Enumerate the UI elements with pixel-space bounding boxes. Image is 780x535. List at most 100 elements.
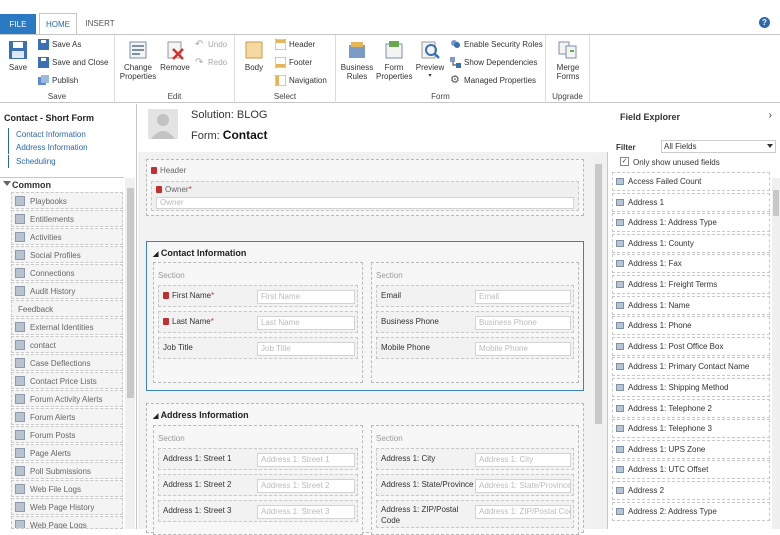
change-properties-button[interactable]: Change Properties [119,40,157,81]
nav-item[interactable]: contact [11,336,123,353]
field-list-scrollbar[interactable] [772,178,780,529]
nav-item[interactable]: Feedback [11,300,123,317]
help-icon[interactable]: ? [759,17,770,28]
scroll-thumb[interactable] [773,190,779,216]
common-group-header[interactable]: Common [0,177,124,191]
scroll-thumb[interactable] [127,188,134,398]
chevron-right-icon[interactable]: › [769,110,772,121]
entity-image-icon[interactable] [148,109,178,139]
tab-insert[interactable]: INSERT [80,13,120,34]
nav-item[interactable]: Web Page Logs [11,516,123,529]
email-field[interactable]: Email Email [376,285,574,307]
unused-fields-checkbox[interactable]: ✓ [620,157,629,166]
remove-button[interactable]: Remove [160,40,190,72]
contact-left-section[interactable]: Section First Name* First Name Last Name*… [153,262,363,383]
nav-item[interactable]: Entitlements [11,210,123,227]
field-list-item[interactable]: Address 1: Address Type [612,213,770,233]
nav-item[interactable]: Web File Logs [11,480,123,497]
nav-item[interactable]: Forum Activity Alerts [11,390,123,407]
tab-home[interactable]: HOME [39,13,77,34]
state-field[interactable]: Address 1: State/Province Address 1: Stat… [376,474,574,496]
city-input[interactable]: Address 1: City [475,453,571,467]
navigation-button[interactable]: Navigation [275,74,327,88]
left-scrollbar[interactable] [125,178,135,529]
preview-button[interactable]: Preview ▾ [415,40,445,81]
nav-item[interactable]: Social Profiles [11,246,123,263]
business-rules-button[interactable]: Business Rules [340,40,374,81]
field-list-item[interactable]: Address 1: Post Office Box [612,336,770,356]
filter-select[interactable]: All Fields [661,140,776,153]
nav-link-scheduling[interactable]: Scheduling [8,155,56,168]
last-name-field[interactable]: Last Name* Last Name [158,311,358,333]
scroll-thumb[interactable] [595,164,602,424]
field-list-item[interactable]: Address 1: Telephone 2 [612,398,770,418]
business-phone-input[interactable]: Business Phone [475,316,571,330]
field-list-item[interactable]: Address 1: Name [612,295,770,315]
form-editor-scrollbar[interactable] [593,154,604,529]
field-list-item[interactable]: Address 1: Fax [612,254,770,274]
body-button[interactable]: Body [241,40,267,72]
nav-item[interactable]: External Identities [11,318,123,335]
address-left-section[interactable]: Section Address 1: Street 1 Address 1: St… [153,425,363,535]
job-title-input[interactable]: Job Title [257,342,355,356]
street1-input[interactable]: Address 1: Street 1 [257,453,355,467]
first-name-input[interactable]: First Name [257,290,355,304]
nav-link-address-information[interactable]: Address Information [8,141,88,154]
nav-item[interactable]: Activities [11,228,123,245]
nav-item[interactable]: Playbooks [11,192,123,209]
field-list-item[interactable]: Address 1: Telephone 3 [612,419,770,439]
redo-button[interactable]: ↷ Redo [195,56,227,70]
nav-item[interactable]: Poll Submissions [11,462,123,479]
merge-forms-button[interactable]: Merge Forms [552,40,584,81]
field-list-item[interactable]: Address 2 [612,481,770,500]
address-right-section[interactable]: Section Address 1: City Address 1: City A… [371,425,579,535]
zip-input[interactable]: Address 1: ZIP/Postal Code [475,505,571,519]
field-list-item[interactable]: Address 1 [612,192,770,212]
field-list-item[interactable]: Address 1: Primary Contact Name [612,357,770,377]
street3-input[interactable]: Address 1: Street 3 [257,505,355,519]
street2-field[interactable]: Address 1: Street 2 Address 1: Street 2 [158,474,358,496]
field-list-item[interactable]: Address 1: Shipping Method [612,378,770,397]
footer-button[interactable]: Footer [275,56,312,70]
mobile-phone-field[interactable]: Mobile Phone Mobile Phone [376,337,574,359]
field-list-item[interactable]: Address 1: Freight Terms [612,275,770,294]
email-input[interactable]: Email [475,290,571,304]
header-button[interactable]: Header [275,38,315,52]
field-list-item[interactable]: Address 1: County [612,233,770,253]
city-field[interactable]: Address 1: City Address 1: City [376,448,574,470]
mobile-phone-input[interactable]: Mobile Phone [475,342,571,356]
contact-right-section[interactable]: Section Email Email Business Phone Busines… [371,262,579,383]
field-list-item[interactable]: Address 1: Phone [612,316,770,336]
save-close-button[interactable]: Save and Close [38,56,108,70]
show-dependencies-button[interactable]: Show Dependencies [450,56,537,70]
nav-item[interactable]: Case Deflections [11,354,123,371]
managed-properties-button[interactable]: ⚙ Managed Properties [450,74,536,88]
field-list-item[interactable]: Address 1: UTC Offset [612,460,770,480]
business-phone-field[interactable]: Business Phone Business Phone [376,311,574,333]
save-button[interactable]: Save [6,40,30,72]
enable-security-roles-button[interactable]: Enable Security Roles [450,38,543,52]
contact-information-tab[interactable]: ◢ Contact Information Section First Name… [146,241,584,391]
street3-field[interactable]: Address 1: Street 3 Address 1: Street 3 [158,500,358,522]
first-name-field[interactable]: First Name* First Name [158,285,358,307]
zip-field[interactable]: Address 1: ZIP/Postal Code Address 1: ZIP… [376,500,574,528]
nav-item[interactable]: Audit History [11,282,123,299]
publish-button[interactable]: Publish [38,74,78,88]
street1-field[interactable]: Address 1: Street 1 Address 1: Street 1 [158,448,358,470]
owner-input[interactable]: Owner [156,197,574,209]
nav-item[interactable]: Connections [11,264,123,281]
field-list-item[interactable]: Access Failed Count [612,172,770,191]
form-properties-button[interactable]: Form Properties [376,40,412,81]
street2-input[interactable]: Address 1: Street 2 [257,479,355,493]
state-input[interactable]: Address 1: State/Province [475,479,571,493]
field-list-item[interactable]: Address 1: UPS Zone [612,439,770,459]
nav-link-contact-information[interactable]: Contact Information [8,128,86,141]
job-title-field[interactable]: Job Title Job Title [158,337,358,359]
address-information-tab[interactable]: ◢ Address Information Section Address 1:… [146,403,584,535]
nav-item[interactable]: Web Page History [11,498,123,515]
owner-field[interactable]: Owner* Owner [151,181,579,211]
field-list-item[interactable]: Address 2: Address Type [612,501,770,521]
nav-item[interactable]: Forum Alerts [11,408,123,425]
header-section[interactable]: Header Owner* Owner [146,159,584,216]
save-as-button[interactable]: Save As [38,38,81,52]
